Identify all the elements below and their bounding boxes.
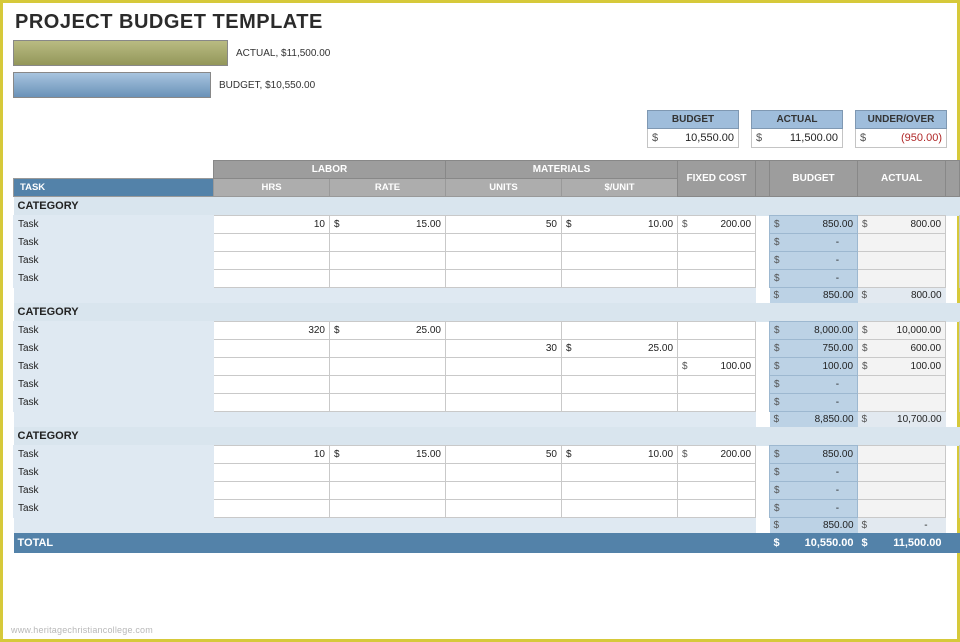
- labor-group-header: LABOR: [214, 161, 446, 179]
- subtotal-row: $8,850.00$10,700.00: [14, 412, 960, 428]
- task-col-header: TASK: [14, 179, 214, 197]
- sunit-col-header: $/UNIT: [562, 179, 678, 197]
- category-row: CATEGORY: [14, 197, 960, 216]
- table-row: Task$-$-: [14, 270, 960, 288]
- table-row: Task320$25.00$8,000.00$10,000.00$2,000.0…: [14, 322, 960, 340]
- bar-actual: [13, 40, 228, 66]
- total-label: TOTAL: [14, 533, 756, 553]
- bar-actual-label: ACTUAL, $11,500.00: [236, 48, 330, 59]
- bar-budget-label: BUDGET, $10,550.00: [219, 80, 315, 91]
- table-row: Task$-$-: [14, 464, 960, 482]
- table-row: Task30$25.00$750.00$600.00$(150.00): [14, 340, 960, 358]
- table-row: Task10$15.0050$10.00$200.00$850.00$800.0…: [14, 216, 960, 234]
- group-header-row: LABOR MATERIALS FIXED COST BUDGET ACTUAL…: [14, 161, 960, 179]
- subtotal-row: $850.00$-: [14, 518, 960, 534]
- total-actual: 11,500.00: [893, 537, 941, 549]
- summary-budget-header: BUDGET: [647, 110, 739, 129]
- total-budget: 10,550.00: [805, 537, 854, 549]
- table-row: Task10$15.0050$10.00$200.00$850.00$(850.…: [14, 446, 960, 464]
- subtotal-row: $850.00$800.00: [14, 288, 960, 304]
- rate-col-header: RATE: [330, 179, 446, 197]
- budget-col-header: BUDGET: [770, 161, 858, 197]
- watermark: www.heritagechristiancollege.com: [11, 625, 153, 635]
- materials-group-header: MATERIALS: [446, 161, 678, 179]
- summary-bar-chart: ACTUAL, $11,500.00 BUDGET, $10,550.00: [13, 40, 947, 98]
- summary-uo-value: (950.00): [901, 132, 942, 144]
- category-row: CATEGORY: [14, 303, 960, 322]
- table-row: Task$-$-: [14, 394, 960, 412]
- summary-uo-header: UNDER/OVER: [855, 110, 947, 129]
- category-row: CATEGORY: [14, 427, 960, 446]
- table-row: Task$100.00$100.00$100.00$-: [14, 358, 960, 376]
- fixed-cost-header: FIXED COST: [678, 161, 756, 197]
- summary-actual-value: 11,500.00: [790, 132, 838, 144]
- units-col-header: UNITS: [446, 179, 562, 197]
- bar-budget: [13, 72, 211, 98]
- actual-col-header: ACTUAL: [858, 161, 946, 197]
- table-row: Task$-$-: [14, 482, 960, 500]
- table-row: Task$-$-: [14, 252, 960, 270]
- summary-actual-header: ACTUAL: [751, 110, 843, 129]
- table-row: Task$-$-: [14, 234, 960, 252]
- table-row: Task$-$-: [14, 376, 960, 394]
- total-row: TOTAL $10,550.00 $11,500.00: [14, 533, 960, 553]
- project-budget-template: PROJECT BUDGET TEMPLATE ACTUAL, $11,500.…: [0, 0, 960, 642]
- page-title: PROJECT BUDGET TEMPLATE: [15, 11, 947, 34]
- hrs-col-header: HRS: [214, 179, 330, 197]
- budget-grid: LABOR MATERIALS FIXED COST BUDGET ACTUAL…: [13, 160, 960, 553]
- summary-boxes: BUDGET $10,550.00 ACTUAL $11,500.00 UNDE…: [13, 110, 947, 148]
- table-row: Task$-$-: [14, 500, 960, 518]
- summary-budget-value: 10,550.00: [685, 132, 734, 144]
